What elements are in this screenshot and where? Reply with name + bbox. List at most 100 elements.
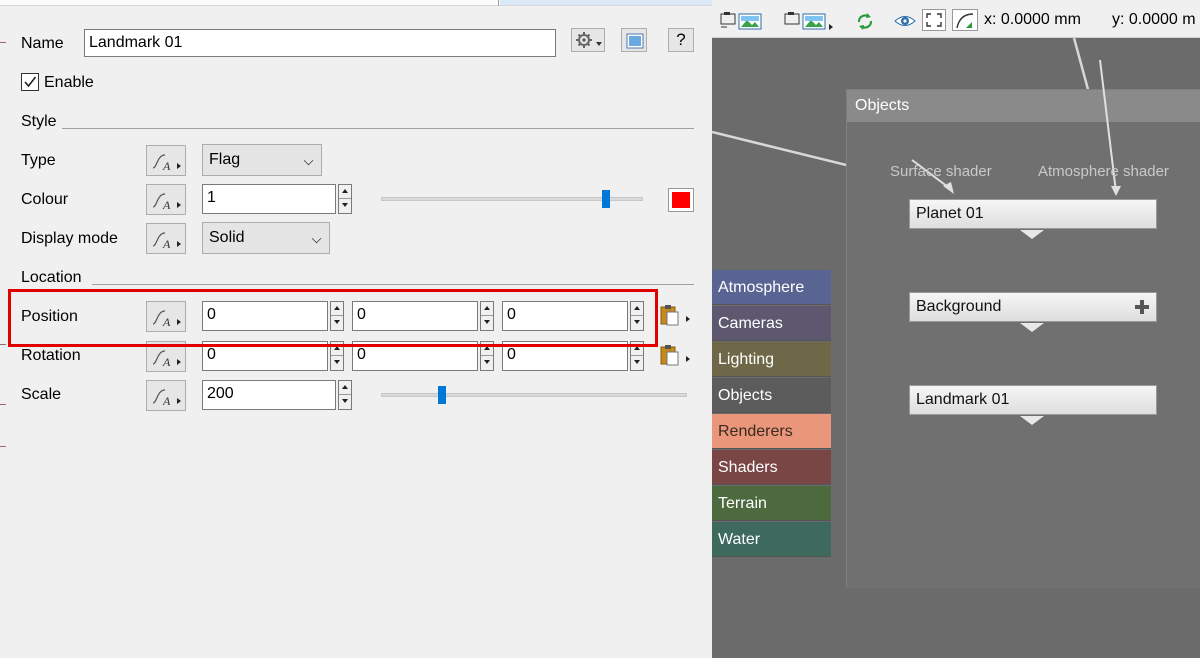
function-icon: A	[152, 193, 181, 212]
output-port-icon[interactable]	[1020, 416, 1044, 425]
rotation-z-spinner[interactable]	[630, 341, 644, 371]
panel-top-strip	[0, 0, 712, 6]
rotation-x-input[interactable]: 0	[202, 341, 328, 371]
svg-text:A: A	[162, 394, 171, 408]
svg-text:A: A	[162, 198, 171, 212]
help-button[interactable]: ?	[668, 28, 694, 52]
rotation-y-spinner[interactable]	[480, 341, 494, 371]
node-background[interactable]: Background	[909, 292, 1157, 332]
category-shaders[interactable]: Shaders	[712, 450, 831, 485]
node-planet-01[interactable]: Planet 01	[909, 199, 1157, 239]
category-renderers[interactable]: Renderers	[712, 414, 831, 449]
settings-menu-button[interactable]	[571, 28, 605, 52]
category-cameras[interactable]: Cameras	[712, 306, 831, 341]
position-z-spinner[interactable]	[630, 301, 644, 331]
category-water[interactable]: Water	[712, 522, 831, 557]
edge-mark	[0, 42, 6, 43]
category-objects[interactable]: Objects	[712, 378, 831, 413]
spin-up-icon[interactable]	[631, 302, 643, 316]
type-dropdown[interactable]: Flag	[202, 144, 322, 176]
colour-spinner[interactable]	[338, 184, 352, 214]
edge-mark	[0, 344, 6, 345]
output-port-icon[interactable]	[1020, 230, 1044, 239]
rotation-clipboard-button[interactable]	[658, 342, 694, 368]
clipboard-icon	[660, 345, 690, 366]
spin-down-icon[interactable]	[481, 356, 493, 370]
properties-panel: Name Landmark 01 ? Enable Style Type A F…	[0, 0, 712, 658]
position-clipboard-button[interactable]	[658, 302, 694, 328]
location-section-title: Location	[21, 269, 82, 286]
spin-up-icon[interactable]	[339, 381, 351, 395]
spin-up-icon[interactable]	[331, 302, 343, 316]
type-label: Type	[21, 152, 56, 169]
svg-text:A: A	[162, 159, 171, 173]
output-port-icon[interactable]	[1020, 323, 1044, 332]
spin-down-icon[interactable]	[331, 356, 343, 370]
position-y-input[interactable]: 0	[352, 301, 478, 331]
position-function-button[interactable]: A	[146, 301, 186, 332]
spin-up-icon[interactable]	[331, 342, 343, 356]
function-icon: A	[152, 389, 181, 408]
spin-up-icon[interactable]	[481, 302, 493, 316]
colour-swatch-button[interactable]	[668, 188, 694, 212]
edge-mark	[0, 404, 6, 405]
node-label: Planet 01	[916, 205, 984, 222]
spin-up-icon[interactable]	[631, 342, 643, 356]
scale-function-button[interactable]: A	[146, 380, 186, 411]
colour-slider-thumb[interactable]	[602, 190, 611, 208]
chevron-down-icon	[311, 233, 322, 244]
scale-label: Scale	[21, 386, 62, 403]
svg-text:A: A	[162, 355, 171, 369]
scale-slider-thumb[interactable]	[438, 386, 447, 404]
name-input[interactable]: Landmark 01	[84, 29, 556, 57]
spin-up-icon[interactable]	[339, 185, 351, 199]
category-terrain[interactable]: Terrain	[712, 486, 831, 521]
function-icon: A	[152, 350, 181, 369]
position-z-input[interactable]: 0	[502, 301, 628, 331]
colour-function-button[interactable]: A	[146, 184, 186, 215]
category-lighting[interactable]: Lighting	[712, 342, 831, 377]
scale-slider-track[interactable]	[381, 393, 687, 397]
position-x-input[interactable]: 0	[202, 301, 328, 331]
rotation-label: Rotation	[21, 347, 81, 364]
gear-icon	[576, 32, 602, 48]
colour-swatch	[672, 192, 690, 208]
window-icon	[626, 33, 644, 49]
spin-down-icon[interactable]	[631, 316, 643, 330]
colour-value-input[interactable]: 1	[202, 184, 336, 214]
type-function-button[interactable]: A	[146, 145, 186, 176]
window-toggle-button[interactable]	[621, 28, 647, 52]
checkmark-icon	[24, 76, 37, 88]
rotation-function-button[interactable]: A	[146, 341, 186, 372]
node-label: Landmark 01	[916, 391, 1010, 408]
edge-mark	[0, 446, 6, 447]
spin-up-icon[interactable]	[481, 342, 493, 356]
tab-separator	[498, 0, 499, 6]
spin-down-icon[interactable]	[481, 316, 493, 330]
position-y-spinner[interactable]	[480, 301, 494, 331]
spin-down-icon[interactable]	[631, 356, 643, 370]
position-label: Position	[21, 308, 78, 325]
rotation-x-spinner[interactable]	[330, 341, 344, 371]
enable-checkbox[interactable]	[21, 73, 39, 91]
spin-down-icon[interactable]	[331, 316, 343, 330]
node-landmark-01[interactable]: Landmark 01	[909, 385, 1157, 425]
plus-icon[interactable]	[1134, 299, 1150, 315]
node-label: Background	[916, 298, 1002, 315]
spin-down-icon[interactable]	[339, 199, 351, 213]
function-icon: A	[152, 232, 181, 251]
tab-strip-active	[500, 0, 712, 5]
rotation-z-input[interactable]: 0	[502, 341, 628, 371]
display-mode-function-button[interactable]: A	[146, 223, 186, 254]
spin-down-icon[interactable]	[339, 395, 351, 409]
node-graph: x: 0.0000 mm y: 0.0000 m Objects Surface…	[712, 0, 1200, 658]
location-divider	[92, 284, 694, 285]
position-x-spinner[interactable]	[330, 301, 344, 331]
scale-spinner[interactable]	[338, 380, 352, 410]
category-atmosphere[interactable]: Atmosphere	[712, 270, 831, 305]
display-mode-dropdown[interactable]: Solid	[202, 222, 330, 254]
display-mode-label: Display mode	[21, 230, 118, 247]
type-dropdown-value: Flag	[209, 151, 241, 168]
scale-input[interactable]: 200	[202, 380, 336, 410]
rotation-y-input[interactable]: 0	[352, 341, 478, 371]
